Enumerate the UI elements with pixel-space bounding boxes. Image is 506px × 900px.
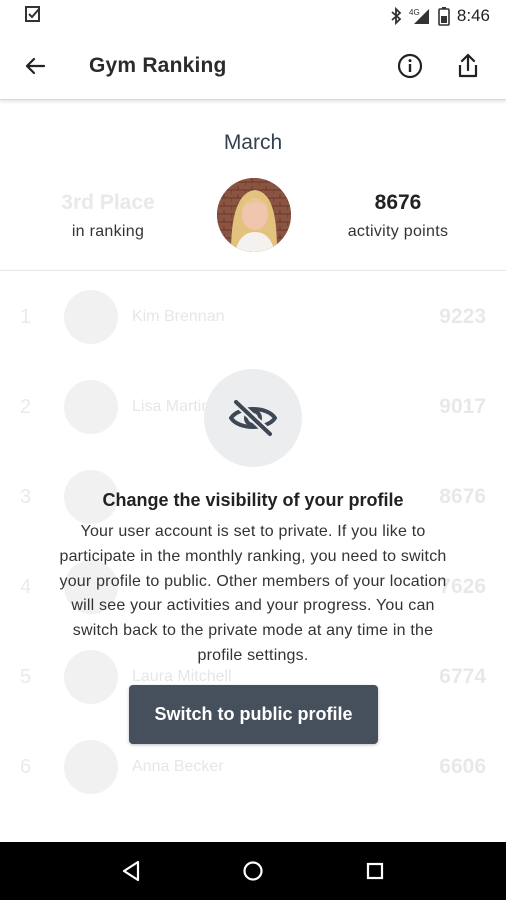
- privacy-message: Your user account is set to private. If …: [30, 520, 476, 669]
- nav-home-button[interactable]: [231, 849, 275, 893]
- privacy-message-line: Your user account is set to private. If …: [80, 523, 426, 540]
- info-icon: [397, 53, 423, 78]
- cellular-signal-icon: 4G: [409, 7, 431, 25]
- rank-place: 3rd Place: [61, 191, 155, 214]
- rank-summary: 3rd Place in ranking: [38, 191, 178, 241]
- points-label: activity points: [347, 223, 449, 240]
- privacy-message-line: switch back to the private mode at any t…: [72, 622, 434, 640]
- month-label: March: [223, 131, 283, 154]
- back-arrow-icon: [25, 57, 46, 74]
- privacy-message-line: participate in the monthly ranking, you …: [59, 547, 447, 565]
- switch-to-public-button[interactable]: Switch to public profile: [129, 685, 378, 744]
- status-bar: 4G 8:46: [0, 0, 506, 32]
- points-value: 8676: [374, 191, 422, 214]
- points-summary: 8676 activity points: [328, 191, 468, 241]
- bluetooth-icon: [390, 7, 402, 25]
- nav-back-icon: [122, 860, 140, 882]
- privacy-message-line: your profile to public. Other members of…: [59, 572, 447, 590]
- back-button[interactable]: [15, 46, 55, 86]
- ranking-header: March 3rd Place in ranking 8676 activity…: [0, 101, 506, 271]
- app-bar: Gym Ranking: [0, 32, 506, 100]
- task-check-icon: [24, 5, 42, 28]
- nav-recents-button[interactable]: [353, 849, 397, 893]
- share-button[interactable]: [448, 46, 488, 86]
- system-nav-bar: [0, 842, 506, 900]
- nav-back-button[interactable]: [109, 849, 153, 893]
- privacy-title: Change the visibility of your profile: [102, 490, 404, 510]
- status-time: 8:46: [456, 6, 490, 25]
- avatar[interactable]: [217, 178, 291, 252]
- eye-off-icon: [229, 398, 277, 438]
- nav-home-icon: [243, 861, 263, 881]
- status-icons: 4G 8:46: [390, 6, 490, 26]
- eye-off-icon-circle: [204, 369, 302, 467]
- share-icon: [458, 53, 478, 77]
- battery-icon: [438, 6, 450, 26]
- gym-ranking-screen: 4G 8:46 Gym Ranking March 3rd Place in r…: [0, 0, 506, 900]
- nav-recents-icon: [366, 862, 384, 880]
- page-title: Gym Ranking: [89, 53, 227, 77]
- privacy-message-line: will see your activities and your progre…: [71, 597, 435, 615]
- rank-label: in ranking: [71, 223, 145, 240]
- privacy-overlay: Change the visibility of your profile Yo…: [0, 272, 506, 842]
- privacy-message-line: profile settings.: [197, 646, 309, 664]
- network-type-label: 4G: [409, 8, 420, 17]
- info-button[interactable]: [390, 46, 430, 86]
